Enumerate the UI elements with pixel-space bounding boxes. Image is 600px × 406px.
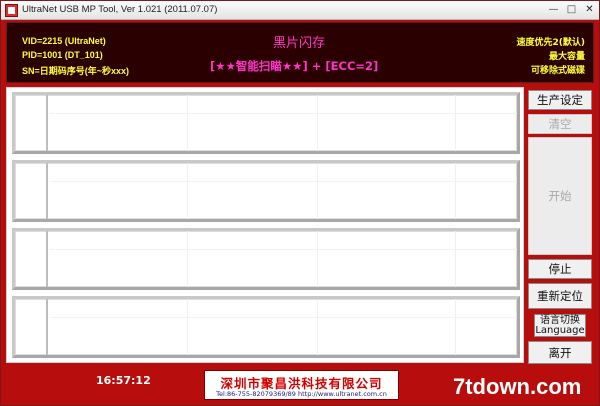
minimize-button[interactable]: —: [545, 4, 562, 17]
sn-label: SN=日期码序号(年~秒xxx): [22, 66, 130, 76]
removable-option: 可移除式磁碟: [530, 66, 585, 76]
close-button[interactable]: ✕: [581, 4, 598, 17]
port-grid-line: [317, 299, 318, 355]
language-cn-label: 语言切换: [540, 314, 580, 326]
site-watermark: 7tdown.com: [453, 374, 582, 399]
flash-mode-title: 黑片闪存: [273, 36, 326, 51]
port-grid-line: [455, 163, 456, 219]
port-slot-frame: [15, 95, 517, 151]
company-contact: Tel:86-755-82079369/89 http://www.ultran…: [216, 390, 387, 398]
port-slot[interactable]: [12, 296, 520, 358]
production-settings-button[interactable]: 生产设定: [528, 90, 592, 110]
port-grid-line: [455, 95, 456, 151]
pid-label: PID=1001 (DT_101): [22, 50, 103, 60]
port-grid-line: [455, 231, 456, 287]
app-window: UltraNet USB MP Tool, Ver 1.021 (2011.07…: [0, 0, 600, 406]
port-slot-frame: [15, 231, 517, 287]
info-header: VID=2215 (UltraNet) PID=1001 (DT_101) SN…: [6, 22, 594, 83]
port-index-cell: [15, 231, 48, 287]
speed-option: 速度优先2(默认): [516, 38, 586, 48]
port-grid-line: [317, 163, 318, 219]
port-slot[interactable]: [12, 228, 520, 290]
window-title: UltraNet USB MP Tool, Ver 1.021 (2011.07…: [22, 4, 218, 15]
port-grid-line: [317, 95, 318, 151]
stop-button[interactable]: 停止: [528, 259, 592, 279]
port-index-cell: [15, 299, 48, 355]
company-banner: 深圳市聚昌洪科技有限公司 Tel:86-755-82079369/89 http…: [204, 370, 399, 400]
port-grid-line: [187, 231, 188, 287]
port-grid-line: [50, 181, 517, 182]
port-slot[interactable]: [12, 160, 520, 222]
port-grid-line: [50, 249, 517, 250]
port-grid-line: [455, 299, 456, 355]
ports-panel: [6, 87, 524, 363]
title-bar[interactable]: UltraNet USB MP Tool, Ver 1.021 (2011.07…: [1, 1, 599, 20]
clear-button[interactable]: 清空: [528, 114, 592, 134]
scan-mode-label: [★★智能扫瞄★★] + [ECC=2]: [210, 59, 379, 73]
app-icon: [5, 4, 18, 17]
port-slot-frame: [15, 299, 517, 355]
language-switch-button[interactable]: 语言切换 Language: [534, 314, 586, 337]
exit-button[interactable]: 离开: [528, 341, 592, 364]
clock-display: 16:57:12: [96, 374, 151, 387]
port-index-cell: [15, 95, 48, 151]
port-slot-frame: [15, 163, 517, 219]
port-slot[interactable]: [12, 92, 520, 154]
start-button[interactable]: 开始: [528, 137, 592, 255]
language-en-label: Language: [535, 324, 585, 336]
port-grid-line: [317, 231, 318, 287]
port-grid-line: [50, 317, 517, 318]
maximize-button[interactable]: □: [563, 4, 580, 17]
relocate-button[interactable]: 重新定位: [528, 283, 592, 309]
port-grid-line: [187, 163, 188, 219]
port-grid-line: [187, 299, 188, 355]
port-grid-line: [50, 113, 517, 114]
vid-label: VID=2215 (UltraNet): [22, 36, 106, 46]
port-grid-line: [187, 95, 188, 151]
port-index-cell: [15, 163, 48, 219]
capacity-option: 最大容量: [548, 52, 585, 62]
